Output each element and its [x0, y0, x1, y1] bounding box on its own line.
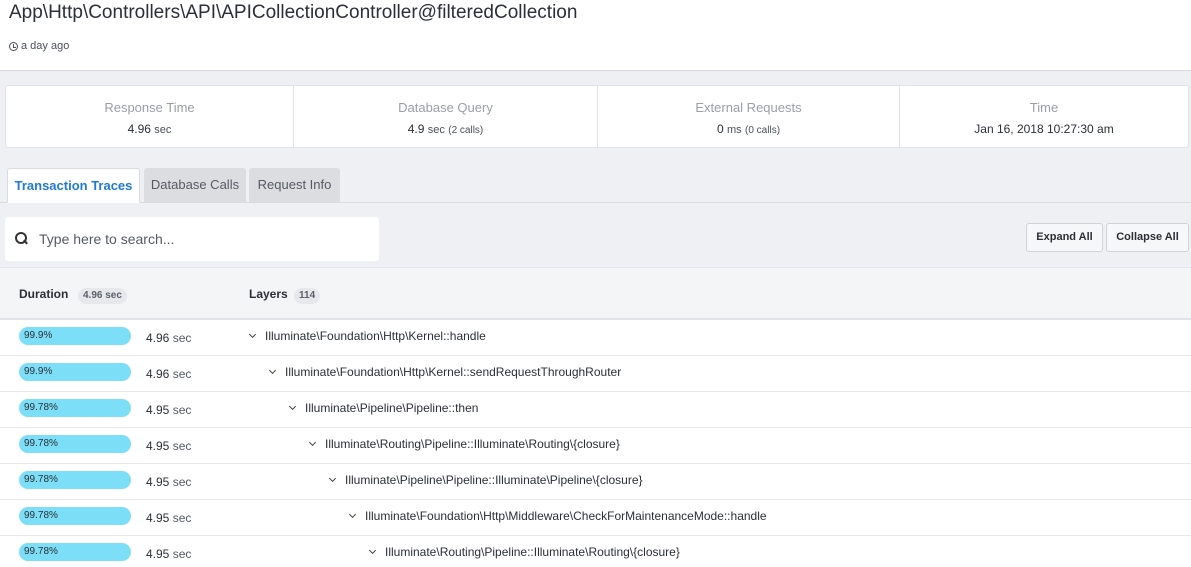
tab-database-calls[interactable]: Database Calls — [144, 168, 246, 202]
duration-unit: sec — [172, 547, 192, 561]
stat-label: External Requests — [695, 100, 802, 115]
stat-time: Time Jan 16, 2018 10:27:30 am — [899, 86, 1188, 147]
duration-number: 4.95 — [146, 403, 170, 417]
table-row[interactable]: 99.78% 4.95 sec Illuminate\Pipeline\Pipeli… — [0, 392, 1191, 428]
time-ago-label: a day ago — [21, 40, 70, 52]
stat-unit: sec — [154, 124, 172, 136]
layer-toggle[interactable]: Illuminate\Pipeline\Pipeline::then — [288, 401, 479, 415]
duration-unit: sec — [172, 367, 192, 381]
duration-percent-bar: 99.78% — [19, 471, 131, 489]
duration-number: 4.95 — [146, 475, 170, 489]
duration-header: Duration — [19, 287, 69, 301]
duration-percent-bar: 99.78% — [19, 507, 131, 525]
duration-number: 4.96 — [146, 367, 170, 381]
duration-value: 4.95 sec — [146, 511, 191, 525]
traces-table: Duration 4.96 sec Layers 114 99.9% 4.96 s… — [0, 267, 1191, 567]
table-header: Duration 4.96 sec Layers 114 — [0, 268, 1191, 320]
search-input[interactable] — [39, 227, 369, 251]
stat-unit: ms — [727, 124, 742, 136]
duration-unit: sec — [172, 475, 192, 489]
duration-percent-bar: 99.78% — [19, 435, 131, 453]
layer-toggle[interactable]: Illuminate\Foundation\Http\Kernel::sendR… — [268, 365, 622, 379]
search-box — [5, 217, 379, 261]
stat-label: Response Time — [104, 100, 195, 115]
stat-value: 4.96 sec — [6, 122, 293, 136]
duration-unit: sec — [172, 331, 192, 345]
clock-icon — [9, 41, 18, 51]
stat-value: 0 ms (0 calls) — [598, 122, 899, 136]
summary-stats: Response Time 4.96 sec Database Query 4.… — [5, 85, 1189, 148]
expand-all-button[interactable]: Expand All — [1026, 223, 1103, 252]
stat-value: Jan 16, 2018 10:27:30 am — [974, 122, 1114, 136]
layers-header: Layers — [249, 287, 288, 301]
layer-name: Illuminate\Foundation\Http\Kernel::handl… — [265, 329, 486, 343]
tab-bar: Transaction Traces Database Calls Reques… — [0, 168, 1191, 203]
tab-transaction-traces[interactable]: Transaction Traces — [7, 168, 140, 203]
collapse-all-button[interactable]: Collapse All — [1106, 223, 1189, 252]
table-row[interactable]: 99.78% 4.95 sec Illuminate\Foundation\Http… — [0, 500, 1191, 536]
layer-name: Illuminate\Pipeline\Pipeline::then — [305, 401, 479, 415]
duration-value: 4.95 sec — [146, 439, 191, 453]
timestamp: a day ago — [9, 40, 69, 52]
stat-number: 4.96 — [127, 122, 151, 136]
table-row[interactable]: 99.78% 4.95 sec Illuminate\Routing\Pipelin… — [0, 536, 1191, 567]
table-row[interactable]: 99.78% 4.95 sec Illuminate\Pipeline\Pipeli… — [0, 464, 1191, 500]
duration-number: 4.96 — [146, 331, 170, 345]
stat-external-requests: External Requests 0 ms (0 calls) — [597, 86, 899, 147]
duration-percent-bar: 99.78% — [19, 543, 131, 561]
duration-number: 4.95 — [146, 511, 170, 525]
duration-unit: sec — [172, 439, 192, 453]
duration-number: 4.95 — [146, 439, 170, 453]
chevron-down-icon — [288, 402, 297, 411]
duration-value: 4.96 sec — [146, 367, 191, 381]
stat-label: Time — [1029, 100, 1059, 115]
layer-toggle[interactable]: Illuminate\Foundation\Http\Kernel::handl… — [248, 329, 486, 343]
page-header: App\Http\Controllers\API\APICollectionCo… — [0, 0, 1191, 71]
search-icon — [15, 232, 27, 244]
layer-toggle[interactable]: Illuminate\Pipeline\Pipeline::Illuminate… — [328, 473, 643, 487]
duration-percent-bar: 99.9% — [19, 363, 131, 381]
chevron-down-icon — [268, 366, 277, 375]
stat-database-query: Database Query 4.9 sec (2 calls) — [293, 86, 597, 147]
duration-value: 4.96 sec — [146, 331, 191, 345]
layer-toggle[interactable]: Illuminate\Foundation\Http\Middleware\Ch… — [348, 509, 767, 523]
stat-unit: sec — [427, 124, 445, 136]
duration-badge: 4.96 sec — [78, 288, 127, 304]
stat-label: Database Query — [398, 100, 493, 115]
layer-toggle[interactable]: Illuminate\Routing\Pipeline::Illuminate\… — [308, 437, 620, 451]
duration-percent-bar: 99.78% — [19, 399, 131, 417]
layer-name: Illuminate\Foundation\Http\Kernel::sendR… — [285, 365, 622, 379]
layers-count-badge: 114 — [294, 288, 321, 304]
layer-name: Illuminate\Foundation\Http\Middleware\Ch… — [365, 509, 767, 523]
layer-name: Illuminate\Pipeline\Pipeline::Illuminate… — [345, 473, 643, 487]
table-row[interactable]: 99.9% 4.96 sec Illuminate\Foundation\Http\… — [0, 356, 1191, 392]
chevron-down-icon — [308, 438, 317, 447]
layer-toggle[interactable]: Illuminate\Routing\Pipeline::Illuminate\… — [368, 545, 680, 559]
chevron-down-icon — [248, 330, 257, 339]
duration-percent-bar: 99.9% — [19, 327, 131, 345]
stat-number: 0 — [716, 122, 724, 136]
chevron-down-icon — [368, 546, 377, 555]
stat-response-time: Response Time 4.96 sec — [6, 86, 293, 147]
duration-number: 4.95 — [146, 547, 170, 561]
layer-name: Illuminate\Routing\Pipeline::Illuminate\… — [385, 545, 680, 559]
stat-calls: (0 calls) — [745, 125, 781, 136]
stat-number: 4.9 — [407, 122, 425, 136]
duration-value: 4.95 sec — [146, 403, 191, 417]
duration-value: 4.95 sec — [146, 547, 191, 561]
duration-value: 4.95 sec — [146, 475, 191, 489]
duration-unit: sec — [172, 511, 192, 525]
layer-name: Illuminate\Routing\Pipeline::Illuminate\… — [325, 437, 620, 451]
tab-request-info[interactable]: Request Info — [249, 168, 340, 202]
stat-value: 4.9 sec (2 calls) — [294, 122, 597, 136]
page-title: App\Http\Controllers\API\APICollectionCo… — [9, 2, 578, 23]
stat-calls: (2 calls) — [448, 125, 484, 136]
chevron-down-icon — [328, 474, 337, 483]
duration-unit: sec — [172, 403, 192, 417]
table-row[interactable]: 99.9% 4.96 sec Illuminate\Foundation\Http\… — [0, 320, 1191, 356]
table-row[interactable]: 99.78% 4.95 sec Illuminate\Routing\Pipelin… — [0, 428, 1191, 464]
chevron-down-icon — [348, 510, 357, 519]
